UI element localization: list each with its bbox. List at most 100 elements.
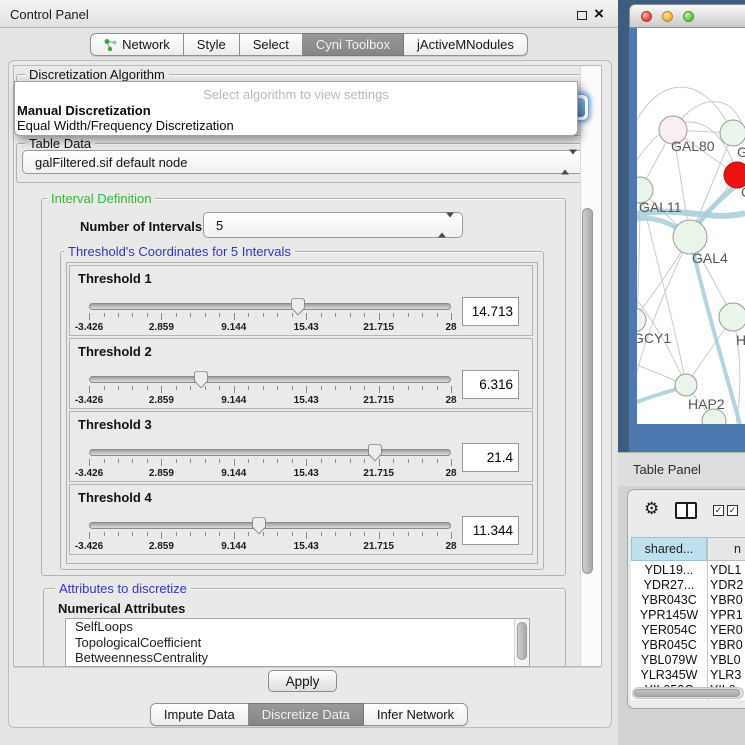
group-title: Threshold's Coordinates for 5 Intervals	[64, 244, 295, 259]
control-panel-tab-network[interactable]: Network	[90, 33, 184, 56]
tick-mark	[379, 459, 380, 466]
tick-mark	[393, 459, 394, 463]
threshold-panel-4: Threshold 4 -3.4262.8599.14415.4321.7152…	[69, 484, 533, 555]
cyni-tab-discretize-data[interactable]: Discretize Data	[249, 703, 364, 726]
tick-mark	[176, 386, 177, 390]
group-title: Table Data	[25, 136, 95, 151]
scrollbar-thumb[interactable]	[517, 622, 527, 660]
network-node-gcy1[interactable]	[637, 308, 646, 332]
zoom-traffic-light-icon[interactable]	[683, 11, 694, 22]
table-row[interactable]: YDR27...YDR2	[631, 578, 745, 593]
popup-item-manual-discretization[interactable]: Manual Discretization	[17, 103, 151, 118]
popup-hint: Select algorithm to view settings	[15, 87, 577, 102]
slider-tick-labels: -3.4262.8599.14415.4321.71528	[89, 322, 451, 333]
tick-mark	[335, 386, 336, 390]
network-node-ga[interactable]	[720, 120, 745, 146]
table-row[interactable]: YLR345WYLR3	[631, 668, 745, 683]
network-node-h[interactable]	[719, 303, 745, 331]
cyni-tab-impute-data[interactable]: Impute Data	[150, 703, 249, 726]
tick-mark	[408, 532, 409, 536]
control-panel-tab-select[interactable]: Select	[240, 33, 303, 56]
close-traffic-light-icon[interactable]	[641, 11, 652, 22]
network-node-label: C	[741, 184, 745, 200]
tick-mark	[176, 313, 177, 317]
popup-item-equal-width-frequency[interactable]: Equal Width/Frequency Discretization	[17, 118, 234, 133]
cell-shared-name: YBR045C	[631, 638, 707, 652]
cyni-mode-tabbar: Impute DataDiscretize DataInfer Network	[0, 703, 618, 727]
threshold-value-field[interactable]	[462, 516, 519, 545]
threshold-value-field[interactable]	[462, 370, 519, 399]
tick-mark	[408, 313, 409, 317]
tick-mark	[437, 313, 438, 317]
network-icon	[104, 38, 117, 52]
tick-mark	[306, 459, 307, 466]
tick-mark	[350, 386, 351, 390]
table-row[interactable]: YPR145WYPR1	[631, 608, 745, 623]
network-node-hap2[interactable]	[675, 374, 697, 396]
combobox-stepper-icon[interactable]	[561, 155, 577, 170]
threshold-value-field[interactable]	[462, 297, 519, 326]
list-scrollbar[interactable]	[514, 619, 529, 666]
attribute-list-item[interactable]: BetweennessCentrality	[66, 650, 529, 666]
attribute-list-item[interactable]: SelfLoops	[66, 619, 529, 635]
control-panel-tab-jactivemnodules[interactable]: jActiveMNodules	[404, 33, 528, 56]
column-header-name[interactable]: n	[708, 537, 745, 561]
control-panel-tab-label: Cyni Toolbox	[316, 34, 390, 55]
tick-mark	[364, 532, 365, 536]
tick-mark	[422, 532, 423, 536]
table-row[interactable]: YER054CYER0	[631, 623, 745, 638]
minimize-traffic-light-icon[interactable]	[662, 11, 673, 22]
threshold-slider-track[interactable]	[89, 449, 451, 456]
attribute-list-item[interactable]: TopologicalCoefficient	[66, 635, 529, 651]
network-node-label: H	[736, 332, 745, 348]
tick-mark	[205, 532, 206, 536]
tick-mark	[147, 313, 148, 317]
table-row[interactable]: YBL079WYBL0	[631, 653, 745, 668]
panel-scrollbar-thumb[interactable]	[582, 208, 593, 574]
tick-mark	[176, 532, 177, 536]
numerical-attributes-label: Numerical Attributes	[58, 601, 185, 616]
threshold-slider-track[interactable]	[89, 303, 451, 310]
tick-label: -3.426	[69, 541, 109, 552]
threshold-slider-track[interactable]	[89, 376, 451, 383]
column-header-shared-name[interactable]: shared...	[631, 537, 707, 561]
tick-mark	[335, 459, 336, 463]
tick-mark	[451, 459, 452, 466]
number-of-intervals-combobox[interactable]: 5	[203, 212, 463, 238]
float-window-icon[interactable]	[577, 11, 587, 20]
table-row[interactable]: YBR043CYBR0	[631, 593, 745, 608]
table-row[interactable]: YBR045CYBR0	[631, 638, 745, 653]
network-node-gal4[interactable]	[673, 220, 707, 254]
checkbox-icon[interactable]: ✓	[727, 505, 738, 516]
slider-ticks	[89, 313, 451, 321]
network-canvas[interactable]: GAL80GACGAL11GAL4GCY1HHAP2	[637, 28, 745, 424]
cyni-tab-infer-network[interactable]: Infer Network	[364, 703, 468, 726]
table-horizontal-scrollbar[interactable]	[632, 687, 744, 699]
control-panel-tab-style[interactable]: Style	[184, 33, 240, 56]
tick-mark	[161, 459, 162, 466]
threshold-slider-track[interactable]	[89, 522, 451, 529]
combobox-stepper-icon[interactable]	[438, 218, 454, 233]
apply-button[interactable]: Apply	[268, 670, 337, 692]
tick-label: 21.715	[359, 395, 399, 406]
tick-label: 15.43	[286, 395, 326, 406]
control-panel-tab-cyni-toolbox[interactable]: Cyni Toolbox	[303, 33, 404, 56]
close-icon[interactable]: ×	[594, 4, 604, 24]
scrollbar-thumb[interactable]	[634, 689, 740, 697]
tick-mark	[190, 532, 191, 536]
table-row[interactable]: YDL19...YDL1	[631, 563, 745, 578]
network-window-titlebar[interactable]	[629, 4, 745, 28]
table-data-combobox[interactable]: galFiltered.sif default node	[22, 150, 586, 174]
tick-mark	[132, 386, 133, 390]
checkbox-icon[interactable]: ✓	[713, 505, 724, 516]
gear-icon[interactable]: ⚙	[644, 499, 659, 519]
tick-mark	[306, 386, 307, 393]
tick-mark	[350, 532, 351, 536]
threshold-value-field[interactable]	[462, 443, 519, 472]
threshold-panel-2: Threshold 2 -3.4262.8599.14415.4321.7152…	[69, 338, 533, 409]
tick-mark	[277, 386, 278, 390]
group-title: Interval Definition	[47, 191, 155, 206]
cell-name: YBL0	[710, 653, 741, 667]
split-columns-icon[interactable]	[675, 502, 697, 519]
tick-mark	[104, 459, 105, 463]
